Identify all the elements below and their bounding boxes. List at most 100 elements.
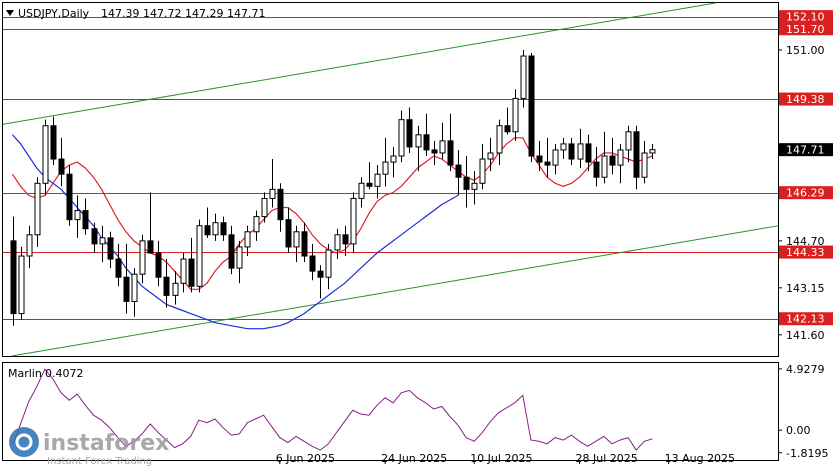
candle-body bbox=[244, 231, 251, 248]
candle-body bbox=[10, 240, 17, 315]
candle-body bbox=[163, 276, 170, 296]
level-label-text: 149.38 bbox=[786, 93, 825, 106]
candle-body bbox=[147, 240, 154, 254]
candle-body bbox=[26, 234, 33, 257]
candle-body bbox=[520, 55, 527, 99]
watermark-brand: instaforex bbox=[43, 431, 169, 456]
candle-body bbox=[390, 155, 397, 163]
candle-body bbox=[123, 276, 130, 302]
candle-body bbox=[131, 273, 138, 302]
level-label-text: 151.70 bbox=[786, 23, 825, 36]
ohlc-readout: 147.39 147.72 147.29 147.71 bbox=[101, 7, 265, 20]
candle-body bbox=[18, 255, 25, 315]
candle-body bbox=[463, 176, 470, 190]
candle-body bbox=[358, 182, 365, 199]
price-panel bbox=[2, 2, 779, 357]
candle-body bbox=[439, 140, 446, 154]
candle-body bbox=[609, 155, 616, 166]
candle-body bbox=[544, 161, 551, 166]
candle-body bbox=[577, 143, 584, 160]
candle-body bbox=[593, 161, 600, 178]
candle-body bbox=[585, 143, 592, 163]
candle-body bbox=[633, 131, 640, 178]
logo-circle-icon bbox=[9, 427, 39, 457]
level-label-text: 152.10 bbox=[786, 11, 825, 24]
osc-tick-label: 0.00 bbox=[786, 424, 811, 437]
candle-body bbox=[398, 119, 405, 157]
candle-body bbox=[285, 219, 292, 248]
candle-body bbox=[253, 216, 260, 233]
candle bbox=[196, 219, 203, 293]
candle-body bbox=[42, 125, 49, 184]
oscillator-axis: 4.9279 0.00 -1.8195 bbox=[778, 363, 828, 460]
candle-body bbox=[155, 252, 162, 278]
candle-body bbox=[301, 231, 308, 257]
y-tick-label: 151.00 bbox=[786, 44, 825, 57]
candle bbox=[520, 49, 527, 108]
candle-body bbox=[479, 158, 486, 184]
y-tick-label: 143.15 bbox=[786, 282, 825, 295]
candle-body bbox=[188, 258, 195, 287]
candle-body bbox=[423, 134, 430, 151]
candle-body bbox=[139, 240, 146, 275]
candle-body bbox=[342, 234, 349, 245]
candle-body bbox=[536, 155, 543, 163]
candle-body bbox=[180, 258, 187, 284]
chart-stage: 151.00149.38147.71146.29144.70144.33143.… bbox=[2, 2, 833, 467]
candle-body bbox=[601, 155, 608, 178]
candle-body bbox=[82, 210, 89, 230]
candle-body bbox=[512, 97, 519, 133]
candle-body bbox=[325, 249, 332, 278]
candle-body bbox=[382, 161, 389, 175]
candle-body bbox=[415, 134, 422, 148]
candle-body bbox=[649, 149, 656, 154]
candle-body bbox=[552, 149, 559, 166]
candle-body bbox=[334, 234, 341, 251]
candle-body bbox=[99, 237, 106, 245]
x-tick-label: 10 Jul 2025 bbox=[470, 452, 532, 465]
candle-body bbox=[528, 55, 535, 157]
indicator-name: Marlin bbox=[8, 367, 42, 380]
candle-body bbox=[269, 188, 276, 199]
candle-body bbox=[115, 258, 122, 278]
candle-body bbox=[204, 225, 211, 236]
candle-body bbox=[487, 152, 494, 160]
x-tick-label: 13 Aug 2025 bbox=[665, 452, 735, 465]
osc-tick-label: 4.9279 bbox=[786, 363, 825, 376]
candle-body bbox=[374, 173, 381, 187]
candle-body bbox=[568, 143, 575, 160]
candle-body bbox=[496, 125, 503, 154]
watermark-tagline: Instant Forex Trading bbox=[47, 456, 152, 467]
candle-body bbox=[74, 210, 81, 221]
x-tick-label: 6 Jun 2025 bbox=[276, 452, 335, 465]
indicator-value: 0.4072 bbox=[45, 367, 84, 380]
candle-body bbox=[261, 197, 268, 218]
candle-body bbox=[560, 143, 567, 151]
candle-body bbox=[91, 228, 98, 245]
candle bbox=[66, 165, 73, 226]
candle-body bbox=[431, 149, 438, 154]
candle-body bbox=[58, 158, 65, 175]
candle-body bbox=[293, 231, 300, 248]
candle-body bbox=[277, 188, 284, 221]
candle-body bbox=[66, 173, 73, 221]
candle-body bbox=[212, 222, 219, 236]
candle-body bbox=[309, 255, 316, 272]
candle-body bbox=[350, 197, 357, 245]
candle-body bbox=[196, 225, 203, 287]
candle-body bbox=[447, 140, 454, 166]
candle bbox=[350, 192, 357, 253]
level-label-text: 146.29 bbox=[786, 187, 825, 200]
candle-body bbox=[406, 119, 413, 148]
candle-body bbox=[317, 270, 324, 278]
candle-body bbox=[366, 182, 373, 187]
level-label-text: 142.13 bbox=[786, 313, 825, 326]
candle bbox=[18, 246, 25, 320]
x-tick-label: 24 Jun 2025 bbox=[381, 452, 447, 465]
symbol-title: USDJPY,Daily bbox=[18, 7, 90, 20]
candle-body bbox=[236, 246, 243, 269]
x-tick-label: 28 Jul 2025 bbox=[576, 452, 638, 465]
candle-body bbox=[504, 125, 511, 133]
level-labels: 152.10151.70 149.38 146.29 144.33 142.13 147.… bbox=[779, 10, 833, 326]
level-label-text: 144.33 bbox=[786, 246, 825, 259]
